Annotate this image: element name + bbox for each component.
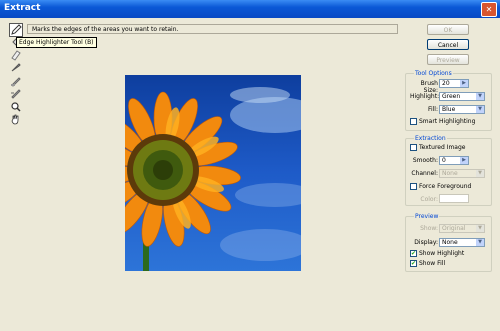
force-foreground-label: Force Foreground [419,183,472,190]
title-bar: Extract ✕ [0,0,500,18]
smart-highlighting-checkbox[interactable] [410,118,417,125]
smooth-value: 0 [442,157,446,164]
show-fill-checkbox[interactable]: ✔ [410,260,417,267]
touchup-icon [11,89,21,99]
chevron-down-icon[interactable]: ▼ [476,93,484,100]
preview-legend: Preview [414,213,440,220]
ok-button[interactable]: OK [427,24,469,35]
chevron-down-icon[interactable]: ▼ [476,239,484,246]
chevron-down-icon[interactable]: ▼ [476,170,484,177]
highlight-label: Highlight: [410,93,440,100]
smooth-label: Smooth: [412,157,438,164]
show-highlight-label: Show Highlight [419,250,465,257]
close-button[interactable]: ✕ [481,2,497,17]
highlight-value: Green [442,93,461,100]
show-value: Original [442,225,466,232]
brush-size-input[interactable]: 20 ▶ [439,79,469,88]
preview-button[interactable]: Preview [427,54,469,65]
edge-touchup-tool-button[interactable] [9,86,23,100]
tool-options-legend: Tool Options [414,70,453,77]
color-swatch[interactable] [439,194,469,203]
brush-size-label: Brush Size: [420,80,438,94]
show-highlight-checkbox[interactable]: ✔ [410,250,417,257]
chevron-right-icon[interactable]: ▶ [460,80,468,87]
show-select[interactable]: Original ▼ [439,224,485,233]
show-fill-label: Show Fill [419,260,446,267]
textured-image-checkbox[interactable] [410,144,417,151]
chevron-down-icon[interactable]: ▼ [476,106,484,113]
chevron-right-icon[interactable]: ▶ [460,157,468,164]
hand-tool-button[interactable] [9,112,23,126]
cancel-button[interactable]: Cancel [427,39,469,50]
textured-image-label: Textured Image [419,144,466,151]
pencil-highlighter-icon [11,24,22,35]
eyedropper-icon [11,63,21,72]
channel-select[interactable]: None ▼ [439,169,485,178]
highlight-select[interactable]: Green ▼ [439,92,485,101]
display-label: Display: [414,239,438,246]
extraction-legend: Extraction [414,135,447,142]
color-label: Color: [420,196,438,203]
eyedropper-tool-button[interactable] [9,60,23,74]
hand-icon [11,114,19,125]
show-label: Show: [420,225,438,232]
channel-label: Channel: [411,170,438,177]
window-title: Extract [4,3,41,13]
fill-value: Blue [442,106,456,113]
sunflower-image [125,75,301,271]
fill-label: Fill: [427,106,438,113]
display-select[interactable]: None ▼ [439,238,485,247]
smooth-input[interactable]: 0 ▶ [439,156,469,165]
force-foreground-checkbox[interactable] [410,183,417,190]
edge-highlighter-tool-button[interactable] [9,23,23,37]
channel-value: None [442,170,458,177]
tool-tooltip: Edge Highlighter Tool (B) [16,37,97,48]
display-value: None [442,239,458,246]
brush-size-value: 20 [442,80,450,87]
smart-highlighting-label: Smart Highlighting [419,118,476,125]
fill-select[interactable]: Blue ▼ [439,105,485,114]
hint-text: Marks the edges of the areas you want to… [27,24,398,34]
chevron-down-icon[interactable]: ▼ [476,225,484,232]
